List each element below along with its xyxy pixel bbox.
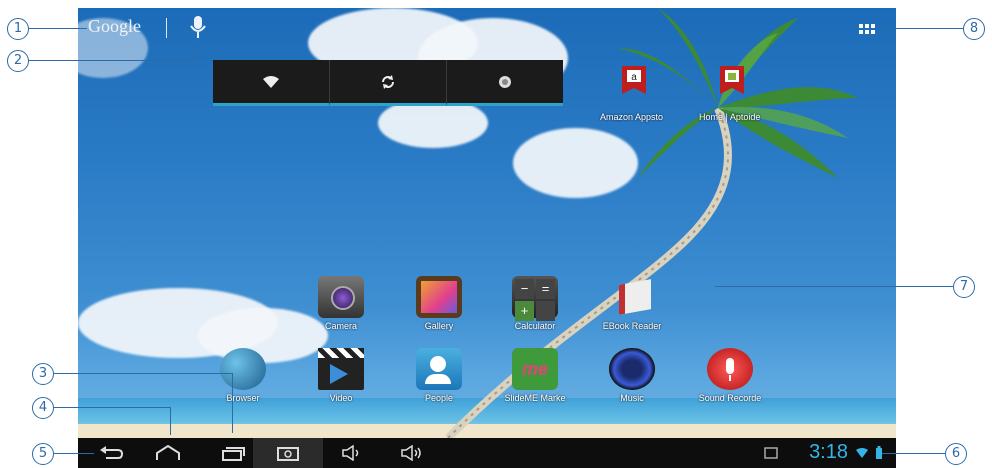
callout-6: 6 bbox=[945, 443, 967, 465]
aptoide-icon bbox=[720, 66, 744, 94]
callout-3: 3 bbox=[32, 363, 54, 385]
image-notification-icon bbox=[764, 447, 778, 459]
callout-7: 7 bbox=[953, 276, 975, 298]
leader-line bbox=[29, 28, 87, 29]
browser-globe-icon bbox=[220, 348, 266, 390]
aptoide-label: Home | Aptoide bbox=[699, 112, 761, 122]
amazon-appstore-icon: a bbox=[622, 66, 646, 94]
video-clapper-icon bbox=[318, 348, 364, 390]
gps-toggle[interactable] bbox=[447, 60, 563, 106]
home-screen: Google a Amazon Appsto Home | Aptoide Ca… bbox=[78, 8, 896, 468]
volume-up-icon bbox=[401, 445, 421, 461]
power-control-widget bbox=[213, 60, 563, 106]
system-navigation-bar: 3:18 bbox=[78, 438, 896, 468]
app-sound-recorder[interactable]: Sound Recorde bbox=[695, 348, 765, 403]
app-label: Sound Recorde bbox=[698, 393, 762, 403]
aptoide-shortcut[interactable] bbox=[718, 64, 746, 100]
callout-1: 1 bbox=[7, 18, 29, 40]
home-icon bbox=[156, 445, 180, 460]
callout-8: 8 bbox=[963, 18, 985, 40]
volume-up-button[interactable] bbox=[398, 443, 426, 463]
status-clock[interactable]: 3:18 bbox=[809, 441, 848, 464]
camera-screenshot-icon bbox=[277, 447, 299, 461]
back-button[interactable] bbox=[96, 443, 126, 463]
wifi-signal-icon bbox=[856, 448, 868, 458]
all-apps-grid-icon[interactable] bbox=[859, 24, 875, 36]
leader-line bbox=[54, 373, 232, 374]
amazon-appstore-label: Amazon Appsto bbox=[600, 112, 664, 122]
leader-line bbox=[884, 28, 963, 29]
app-label: Gallery bbox=[424, 321, 454, 331]
sound-recorder-mic-icon bbox=[707, 348, 753, 390]
callout-2: 2 bbox=[7, 50, 29, 72]
music-speaker-icon bbox=[609, 348, 655, 390]
sync-icon bbox=[382, 74, 394, 89]
search-divider bbox=[166, 18, 167, 38]
app-label: EBook Reader bbox=[602, 321, 662, 331]
app-people[interactable]: People bbox=[404, 348, 474, 403]
wifi-icon bbox=[263, 75, 279, 88]
app-label: SlideME Marke bbox=[504, 393, 566, 403]
app-slideme-market[interactable]: me SlideME Marke bbox=[500, 348, 570, 403]
camera-icon bbox=[318, 276, 364, 318]
app-ebook-reader[interactable]: EBook Reader bbox=[597, 276, 667, 331]
leader-line bbox=[54, 453, 94, 454]
people-icon bbox=[416, 348, 462, 390]
callout-4: 4 bbox=[32, 397, 54, 419]
volume-down-icon bbox=[342, 445, 359, 461]
leader-line bbox=[196, 44, 197, 60]
leader-line bbox=[29, 60, 196, 61]
google-search-label[interactable]: Google bbox=[88, 16, 141, 37]
app-music[interactable]: Music bbox=[597, 348, 667, 403]
app-gallery[interactable]: Gallery bbox=[404, 276, 474, 331]
app-label: Video bbox=[329, 393, 353, 403]
leader-line bbox=[232, 373, 233, 433]
gps-icon bbox=[499, 75, 511, 88]
app-browser[interactable]: Browser bbox=[208, 348, 278, 403]
svg-text:a: a bbox=[631, 72, 637, 83]
leader-line bbox=[54, 407, 170, 408]
notification-image-icon[interactable] bbox=[761, 443, 781, 463]
app-label: People bbox=[424, 393, 454, 403]
recent-apps-icon bbox=[222, 447, 245, 461]
gallery-icon bbox=[416, 276, 462, 318]
app-label: Camera bbox=[324, 321, 357, 331]
slideme-icon: me bbox=[512, 348, 558, 390]
back-arrow-icon bbox=[100, 446, 124, 459]
home-button[interactable] bbox=[153, 443, 183, 463]
calculator-icon: − = + bbox=[512, 276, 558, 321]
voice-search-mic-icon[interactable] bbox=[188, 14, 208, 40]
callout-5: 5 bbox=[32, 443, 54, 465]
app-video[interactable]: Video bbox=[306, 348, 376, 403]
wifi-toggle[interactable] bbox=[213, 60, 330, 106]
app-camera[interactable]: Camera bbox=[306, 276, 376, 331]
app-label: Music bbox=[620, 393, 644, 403]
wifi-status bbox=[854, 443, 870, 463]
sync-toggle[interactable] bbox=[330, 60, 447, 106]
leader-line bbox=[715, 286, 953, 287]
app-calculator[interactable]: − = + Calculator bbox=[500, 276, 570, 331]
amazon-appstore-shortcut[interactable]: a bbox=[620, 64, 648, 100]
ebook-reader-icon bbox=[609, 276, 655, 318]
leader-line bbox=[882, 453, 945, 454]
screenshot-button[interactable] bbox=[253, 438, 323, 468]
recent-apps-button[interactable] bbox=[218, 443, 248, 463]
app-label: Browser bbox=[226, 393, 260, 403]
volume-down-button[interactable] bbox=[338, 443, 366, 463]
leader-line bbox=[170, 407, 171, 435]
